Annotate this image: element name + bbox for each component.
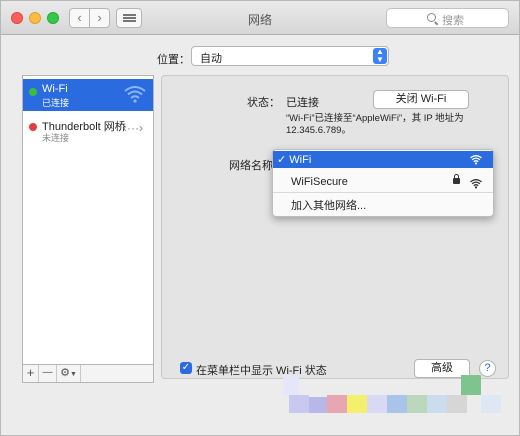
wifi-signal-icon (470, 178, 482, 189)
status-value: 已连接 (286, 97, 319, 109)
status-label: 状态： (247, 97, 280, 109)
title-bar: ‹ › 网络 搜索 (1, 1, 519, 35)
wifi-icon (124, 86, 146, 103)
status-description: “Wi-Fi”已连接至“AppleWiFi”，其 IP 地址为 12.345.6… (286, 113, 464, 136)
search-placeholder: 搜索 (442, 15, 464, 27)
service-status: 已连接 (42, 98, 70, 108)
location-label: 位置： (157, 54, 190, 66)
sidebar-item-thunderbolt[interactable]: Thunderbolt 网桥 未连接 ‹···› (23, 114, 153, 146)
menu-item-join-other[interactable]: 加入其他网络... (273, 192, 493, 214)
action-menu-button[interactable]: ⚙▼ (57, 365, 81, 382)
turn-off-wifi-button[interactable]: 关闭 Wi-Fi (373, 90, 469, 109)
wifi-signal-icon (470, 154, 482, 165)
checkmark-icon: ✓ (277, 154, 290, 166)
remove-service-button[interactable]: — (39, 365, 57, 382)
sidebar-item-wifi[interactable]: Wi-Fi 已连接 (23, 79, 153, 111)
select-arrows-icon: ▲ ▼ (373, 48, 387, 64)
add-service-button[interactable]: + (23, 365, 39, 382)
status-dot-connected (29, 88, 37, 96)
menu-item-wifi[interactable]: ✓ WiFi (273, 151, 493, 168)
menu-item-label: ✓ WiFi (277, 153, 311, 166)
help-button[interactable]: ? (479, 360, 496, 377)
service-list: Wi-Fi 已连接 Thunderbolt 网桥 未连接 ‹···› (22, 75, 154, 365)
service-name: Wi-Fi (42, 83, 68, 95)
lock-icon (453, 174, 460, 184)
chevron-down-icon: ▼ (69, 371, 77, 378)
location-select[interactable]: 自动 ▲ ▼ (191, 46, 389, 66)
search-input[interactable]: 搜索 (386, 8, 509, 28)
network-preferences-window: ‹ › 网络 搜索 位置： 自动 ▲ ▼ Wi-Fi 已连接 Thunderbol… (0, 0, 520, 436)
menu-item-text: WiFi (289, 154, 312, 166)
network-name-dropdown[interactable]: ✓ WiFi WiFiSecure 加入其他网络... (272, 149, 494, 217)
show-wifi-status-label: 在菜单栏中显示 Wi-Fi 状态 (196, 365, 327, 377)
status-dot-disconnected (29, 123, 37, 131)
menu-item-wifisecure[interactable]: WiFiSecure (273, 173, 493, 193)
service-list-toolbar: + — ⚙▼ (22, 365, 154, 383)
search-icon (427, 13, 436, 22)
service-status: 未连接 (42, 133, 70, 143)
menu-item-text: 加入其他网络... (291, 200, 367, 212)
location-value: 自动 (200, 53, 222, 65)
gear-icon: ⚙ (60, 367, 70, 379)
show-wifi-status-checkbox[interactable]: ✓ (180, 362, 192, 374)
thunderbolt-dots-icon: ‹···› (123, 121, 143, 135)
menu-separator (273, 192, 493, 193)
menu-item-text: WiFiSecure (291, 176, 348, 188)
